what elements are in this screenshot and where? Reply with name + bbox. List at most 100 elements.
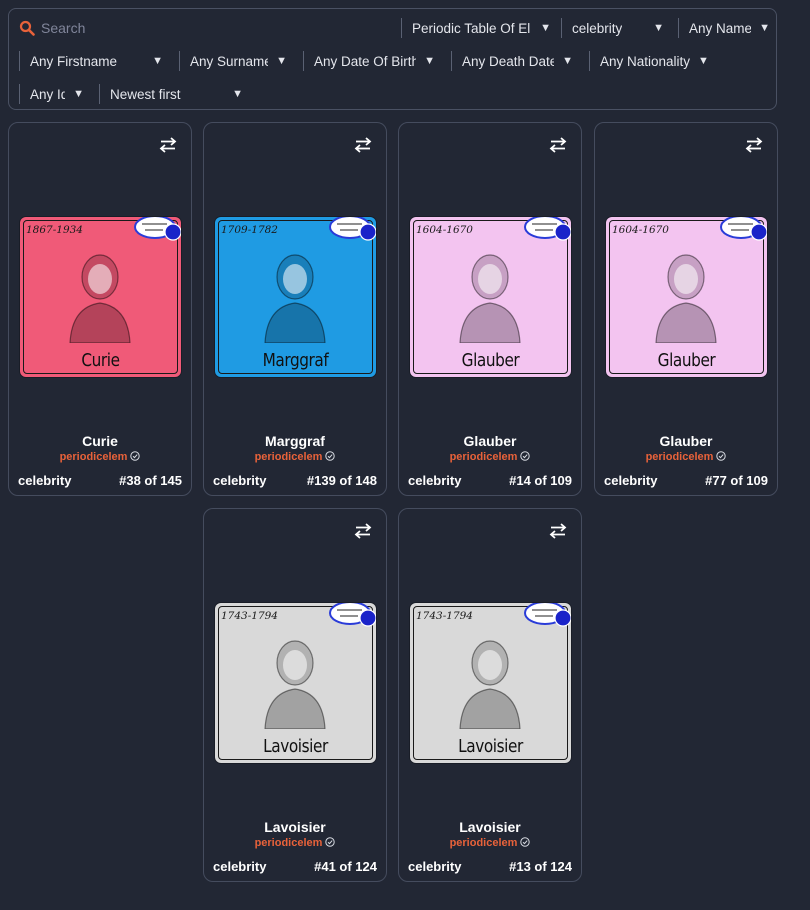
card-category[interactable]: celebrity [408, 473, 461, 488]
surname-dropdown[interactable]: Any Surname ▼ [179, 51, 287, 71]
artwork-caption: Lavoisier [263, 736, 328, 757]
transfer-icon[interactable] [745, 137, 763, 153]
portrait-icon [459, 254, 521, 343]
name-dropdown[interactable]: Any Name ▼ [678, 18, 770, 38]
asset-card[interactable]: 1867-1934 Curie Curie periodicelem celeb… [8, 122, 192, 496]
nft-badge-icon [134, 217, 181, 241]
card-edition: #139 of 148 [306, 473, 377, 488]
portrait-icon [264, 254, 326, 343]
date-of-birth-dropdown-label: Any Date Of Birth [314, 53, 417, 69]
verified-icon [520, 837, 531, 847]
creator-name[interactable]: periodicelem [255, 451, 323, 463]
search-input[interactable] [41, 18, 396, 38]
card-creator[interactable]: periodicelem [204, 451, 386, 463]
card-title[interactable]: Glauber [595, 433, 777, 449]
transfer-icon[interactable] [354, 523, 372, 539]
creator-name[interactable]: periodicelem [450, 451, 518, 463]
card-edition: #41 of 124 [314, 859, 377, 874]
card-creator[interactable]: periodicelem [399, 451, 581, 463]
card-category[interactable]: celebrity [213, 473, 266, 488]
artwork-years: 1743-1794 [416, 610, 473, 622]
creator-name[interactable]: periodicelem [60, 451, 128, 463]
chevron-down-icon: ▼ [698, 55, 709, 67]
chevron-down-icon: ▼ [152, 55, 163, 67]
verified-icon [716, 451, 727, 461]
transfer-icon[interactable] [549, 523, 567, 539]
creator-name[interactable]: periodicelem [255, 837, 323, 849]
chevron-down-icon: ▼ [562, 55, 573, 67]
nft-badge-icon [524, 217, 571, 241]
card-artwork[interactable]: 1743-1794 Lavoisier [215, 603, 376, 763]
sort-dropdown[interactable]: Newest first ▼ [99, 84, 243, 104]
card-artwork[interactable]: 1743-1794 Lavoisier [410, 603, 571, 763]
creator-name[interactable]: periodicelem [450, 837, 518, 849]
card-title[interactable]: Curie [9, 433, 191, 449]
asset-card[interactable]: 1604-1670 Glauber Glauber periodicelem c… [594, 122, 778, 496]
card-artwork[interactable]: 1709-1782 Marggraf [215, 217, 376, 377]
artwork-caption: Glauber [657, 350, 716, 371]
card-category[interactable]: celebrity [408, 859, 461, 874]
card-title[interactable]: Lavoisier [204, 819, 386, 835]
card-creator[interactable]: periodicelem [595, 451, 777, 463]
card-category[interactable]: celebrity [213, 859, 266, 874]
artwork-years: 1604-1670 [416, 224, 473, 236]
schema-dropdown-label: celebrity [572, 20, 623, 36]
card-edition: #13 of 124 [509, 859, 572, 874]
surname-dropdown-label: Any Surname [190, 53, 269, 69]
chevron-down-icon: ▼ [232, 88, 243, 100]
portrait-icon [69, 254, 131, 343]
schema-dropdown[interactable]: celebrity ▼ [561, 18, 664, 38]
id-dropdown[interactable]: Any Id ▼ [19, 84, 84, 104]
nft-badge-icon [720, 217, 767, 241]
card-category[interactable]: celebrity [18, 473, 71, 488]
card-title[interactable]: Glauber [399, 433, 581, 449]
card-artwork[interactable]: 1604-1670 Glauber [606, 217, 767, 377]
artwork-years: 1604-1670 [612, 224, 669, 236]
artwork-caption: Curie [81, 350, 120, 371]
card-category[interactable]: celebrity [604, 473, 657, 488]
asset-card[interactable]: 1743-1794 Lavoisier Lavoisier periodicel… [203, 508, 387, 882]
artwork-caption: Marggraf [262, 350, 329, 371]
nft-badge-icon [329, 217, 376, 241]
chevron-down-icon: ▼ [424, 55, 435, 67]
name-dropdown-label: Any Name [689, 20, 752, 36]
id-dropdown-label: Any Id [30, 86, 66, 102]
card-creator[interactable]: periodicelem [399, 837, 581, 849]
card-creator[interactable]: periodicelem [204, 837, 386, 849]
creator-name[interactable]: periodicelem [646, 451, 714, 463]
chevron-down-icon: ▼ [759, 22, 770, 34]
artwork-years: 1743-1794 [221, 610, 278, 622]
portrait-icon [459, 640, 521, 729]
chevron-down-icon: ▼ [653, 22, 664, 34]
death-date-dropdown[interactable]: Any Death Date ▼ [451, 51, 573, 71]
transfer-icon[interactable] [549, 137, 567, 153]
card-title[interactable]: Lavoisier [399, 819, 581, 835]
card-artwork[interactable]: 1604-1670 Glauber [410, 217, 571, 377]
firstname-dropdown[interactable]: Any Firstname ▼ [19, 51, 163, 71]
nationality-dropdown-label: Any Nationality [600, 53, 691, 69]
card-edition: #38 of 145 [119, 473, 182, 488]
portrait-icon [655, 254, 717, 343]
asset-card[interactable]: 1743-1794 Lavoisier Lavoisier periodicel… [398, 508, 582, 882]
artwork-caption: Glauber [461, 350, 520, 371]
verified-icon [130, 451, 141, 461]
portrait-icon [264, 640, 326, 729]
verified-icon [325, 837, 336, 847]
card-artwork[interactable]: 1867-1934 Curie [20, 217, 181, 377]
filter-panel: Periodic Table Of El ▼ celebrity ▼ Any N… [8, 8, 777, 110]
verified-icon [520, 451, 531, 461]
death-date-dropdown-label: Any Death Date [462, 53, 555, 69]
card-edition: #14 of 109 [509, 473, 572, 488]
transfer-icon[interactable] [354, 137, 372, 153]
asset-card[interactable]: 1604-1670 Glauber Glauber periodicelem c… [398, 122, 582, 496]
transfer-icon[interactable] [159, 137, 177, 153]
collection-dropdown-label: Periodic Table Of El [412, 20, 531, 36]
card-creator[interactable]: periodicelem [9, 451, 191, 463]
card-title[interactable]: Marggraf [204, 433, 386, 449]
artwork-caption: Lavoisier [458, 736, 523, 757]
nationality-dropdown[interactable]: Any Nationality ▼ [589, 51, 709, 71]
artwork-years: 1709-1782 [221, 224, 278, 236]
asset-card[interactable]: 1709-1782 Marggraf Marggraf periodicelem… [203, 122, 387, 496]
collection-dropdown[interactable]: Periodic Table Of El ▼ [401, 18, 551, 38]
date-of-birth-dropdown[interactable]: Any Date Of Birth ▼ [303, 51, 435, 71]
